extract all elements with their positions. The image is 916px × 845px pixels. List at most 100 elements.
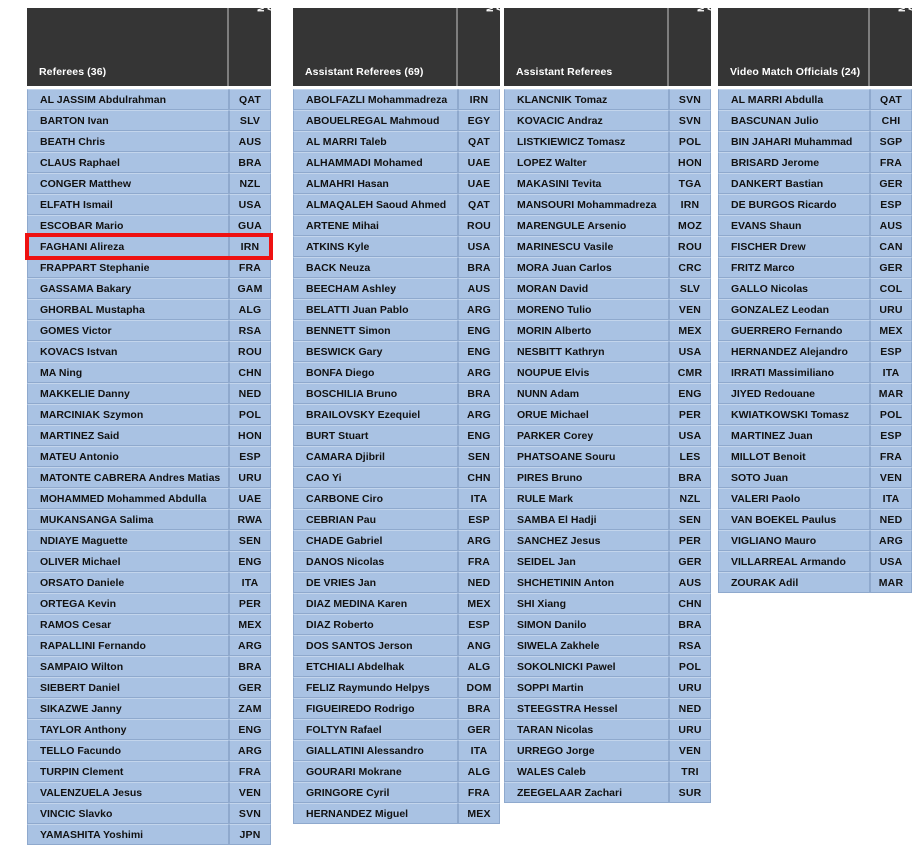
table-row[interactable]: BEATH Chris AUS bbox=[27, 131, 271, 152]
table-row[interactable]: MORENO Tulio VEN bbox=[504, 299, 711, 320]
table-row[interactable]: GUERRERO Fernando MEX bbox=[718, 320, 912, 341]
table-row[interactable]: AL JASSIM Abdulrahman QAT bbox=[27, 89, 271, 110]
table-row[interactable]: BURT Stuart ENG bbox=[293, 425, 500, 446]
table-row[interactable]: MAKKELIE Danny NED bbox=[27, 383, 271, 404]
table-row[interactable]: YAMASHITA Yoshimi JPN bbox=[27, 824, 271, 845]
table-row[interactable]: MUKANSANGA Salima RWA bbox=[27, 509, 271, 530]
table-row[interactable]: SAMBA El Hadji SEN bbox=[504, 509, 711, 530]
table-row[interactable]: CAO Yi CHN bbox=[293, 467, 500, 488]
table-row[interactable]: GONZALEZ Leodan URU bbox=[718, 299, 912, 320]
table-row[interactable]: ALMAQALEH Saoud Ahmed QAT bbox=[293, 194, 500, 215]
table-row[interactable]: DOS SANTOS Jerson ANG bbox=[293, 635, 500, 656]
table-row[interactable]: BESWICK Gary ENG bbox=[293, 341, 500, 362]
table-row[interactable]: NESBITT Kathryn USA bbox=[504, 341, 711, 362]
table-row[interactable]: SHI Xiang CHN bbox=[504, 593, 711, 614]
table-row[interactable]: SOKOLNICKI Pawel POL bbox=[504, 656, 711, 677]
table-row[interactable]: ORTEGA Kevin PER bbox=[27, 593, 271, 614]
table-row[interactable]: PHATSOANE Souru LES bbox=[504, 446, 711, 467]
table-row[interactable]: NDIAYE Maguette SEN bbox=[27, 530, 271, 551]
table-row[interactable]: MARINESCU Vasile ROU bbox=[504, 236, 711, 257]
table-row[interactable]: BEECHAM Ashley AUS bbox=[293, 278, 500, 299]
table-row[interactable]: DE VRIES Jan NED bbox=[293, 572, 500, 593]
table-row[interactable]: SAMPAIO Wilton BRA bbox=[27, 656, 271, 677]
table-row[interactable]: ELFATH Ismail USA bbox=[27, 194, 271, 215]
table-row[interactable]: DIAZ Roberto ESP bbox=[293, 614, 500, 635]
table-row[interactable]: PIRES Bruno BRA bbox=[504, 467, 711, 488]
table-row[interactable]: VALENZUELA Jesus VEN bbox=[27, 782, 271, 803]
table-row[interactable]: VAN BOEKEL Paulus NED bbox=[718, 509, 912, 530]
table-row[interactable]: FAGHANI Alireza IRN bbox=[27, 236, 271, 257]
table-row[interactable]: TURPIN Clement FRA bbox=[27, 761, 271, 782]
table-row[interactable]: HERNANDEZ Miguel MEX bbox=[293, 803, 500, 824]
table-row[interactable]: MARTINEZ Juan ESP bbox=[718, 425, 912, 446]
table-row[interactable]: DIAZ MEDINA Karen MEX bbox=[293, 593, 500, 614]
table-row[interactable]: ESCOBAR Mario GUA bbox=[27, 215, 271, 236]
table-row[interactable]: RULE Mark NZL bbox=[504, 488, 711, 509]
table-row[interactable]: NOUPUE Elvis CMR bbox=[504, 362, 711, 383]
table-row[interactable]: RAPALLINI Fernando ARG bbox=[27, 635, 271, 656]
table-row[interactable]: LOPEZ Walter HON bbox=[504, 152, 711, 173]
table-row[interactable]: ZOURAK Adil MAR bbox=[718, 572, 912, 593]
table-row[interactable]: STEEGSTRA Hessel NED bbox=[504, 698, 711, 719]
table-row[interactable]: PARKER Corey USA bbox=[504, 425, 711, 446]
table-row[interactable]: SANCHEZ Jesus PER bbox=[504, 530, 711, 551]
table-row[interactable]: MORIN Alberto MEX bbox=[504, 320, 711, 341]
table-row[interactable]: FOLTYN Rafael GER bbox=[293, 719, 500, 740]
table-row[interactable]: CEBRIAN Pau ESP bbox=[293, 509, 500, 530]
table-row[interactable]: CLAUS Raphael BRA bbox=[27, 152, 271, 173]
table-row[interactable]: URREGO Jorge VEN bbox=[504, 740, 711, 761]
table-row[interactable]: KWIATKOWSKI Tomasz POL bbox=[718, 404, 912, 425]
table-row[interactable]: GOURARI Mokrane ALG bbox=[293, 761, 500, 782]
table-row[interactable]: GOMES Victor RSA bbox=[27, 320, 271, 341]
table-row[interactable]: FRAPPART Stephanie FRA bbox=[27, 257, 271, 278]
table-row[interactable]: MORA Juan Carlos CRC bbox=[504, 257, 711, 278]
table-row[interactable]: SOPPI Martin URU bbox=[504, 677, 711, 698]
table-row[interactable]: AL MARRI Abdulla QAT bbox=[718, 89, 912, 110]
table-row[interactable]: ATKINS Kyle USA bbox=[293, 236, 500, 257]
table-row[interactable]: CHADE Gabriel ARG bbox=[293, 530, 500, 551]
table-row[interactable]: CONGER Matthew NZL bbox=[27, 173, 271, 194]
table-row[interactable]: KOVACS Istvan ROU bbox=[27, 341, 271, 362]
table-row[interactable]: DANOS Nicolas FRA bbox=[293, 551, 500, 572]
table-row[interactable]: ALMAHRI Hasan UAE bbox=[293, 173, 500, 194]
table-row[interactable]: ABOUELREGAL Mahmoud EGY bbox=[293, 110, 500, 131]
table-row[interactable]: LISTKIEWICZ Tomasz POL bbox=[504, 131, 711, 152]
table-row[interactable]: BASCUNAN Julio CHI bbox=[718, 110, 912, 131]
table-row[interactable]: SHCHETININ Anton AUS bbox=[504, 572, 711, 593]
table-row[interactable]: MARTINEZ Said HON bbox=[27, 425, 271, 446]
table-row[interactable]: BRISARD Jerome FRA bbox=[718, 152, 912, 173]
table-row[interactable]: TELLO Facundo ARG bbox=[27, 740, 271, 761]
table-row[interactable]: SIKAZWE Janny ZAM bbox=[27, 698, 271, 719]
table-row[interactable]: GASSAMA Bakary GAM bbox=[27, 278, 271, 299]
table-row[interactable]: BRAILOVSKY Ezequiel ARG bbox=[293, 404, 500, 425]
table-row[interactable]: WALES Caleb TRI bbox=[504, 761, 711, 782]
table-row[interactable]: ETCHIALI Abdelhak ALG bbox=[293, 656, 500, 677]
table-row[interactable]: SIMON Danilo BRA bbox=[504, 614, 711, 635]
table-row[interactable]: TARAN Nicolas URU bbox=[504, 719, 711, 740]
table-row[interactable]: MORAN David SLV bbox=[504, 278, 711, 299]
table-row[interactable]: KOVACIC Andraz SVN bbox=[504, 110, 711, 131]
table-row[interactable]: MAKASINI Tevita TGA bbox=[504, 173, 711, 194]
table-row[interactable]: DANKERT Bastian GER bbox=[718, 173, 912, 194]
table-row[interactable]: ZEEGELAAR Zachari SUR bbox=[504, 782, 711, 803]
table-row[interactable]: ORUE Michael PER bbox=[504, 404, 711, 425]
table-row[interactable]: VILLARREAL Armando USA bbox=[718, 551, 912, 572]
table-row[interactable]: HERNANDEZ Alejandro ESP bbox=[718, 341, 912, 362]
table-row[interactable]: GIALLATINI Alessandro ITA bbox=[293, 740, 500, 761]
table-row[interactable]: ARTENE Mihai ROU bbox=[293, 215, 500, 236]
table-row[interactable]: OLIVER Michael ENG bbox=[27, 551, 271, 572]
table-row[interactable]: KLANCNIK Tomaz SVN bbox=[504, 89, 711, 110]
table-row[interactable]: VIGLIANO Mauro ARG bbox=[718, 530, 912, 551]
table-row[interactable]: FRITZ Marco GER bbox=[718, 257, 912, 278]
table-row[interactable]: MOHAMMED Mohammed Abdulla UAE bbox=[27, 488, 271, 509]
table-row[interactable]: FELIZ Raymundo Helpys DOM bbox=[293, 677, 500, 698]
table-row[interactable]: MANSOURI Mohammadreza IRN bbox=[504, 194, 711, 215]
table-row[interactable]: CAMARA Djibril SEN bbox=[293, 446, 500, 467]
table-row[interactable]: MATONTE CABRERA Andres Matias URU bbox=[27, 467, 271, 488]
table-row[interactable]: ALHAMMADI Mohamed UAE bbox=[293, 152, 500, 173]
table-row[interactable]: BELATTI Juan Pablo ARG bbox=[293, 299, 500, 320]
table-row[interactable]: MATEU Antonio ESP bbox=[27, 446, 271, 467]
table-row[interactable]: FISCHER Drew CAN bbox=[718, 236, 912, 257]
table-row[interactable]: MARENGULE Arsenio MOZ bbox=[504, 215, 711, 236]
table-row[interactable]: DE BURGOS Ricardo ESP bbox=[718, 194, 912, 215]
